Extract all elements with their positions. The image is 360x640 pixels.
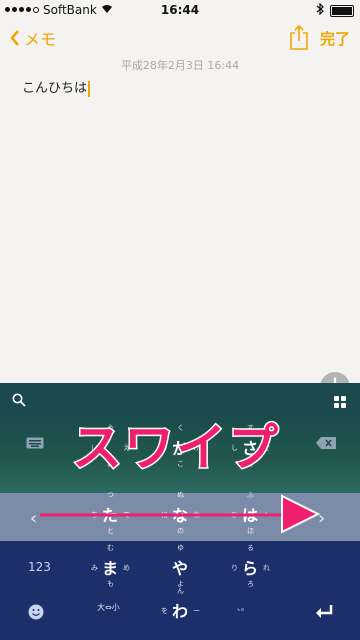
- kana-key[interactable]: たつち てと: [85, 488, 135, 536]
- key-flick-left-label: に: [161, 511, 168, 519]
- back-label: メモ: [24, 30, 57, 49]
- key-flick-right-label: め: [123, 564, 130, 572]
- keyboard-switch-icon[interactable]: [26, 434, 44, 453]
- key-flick-down-label: と: [107, 527, 114, 535]
- key-flick-up-label: ぬ: [177, 491, 184, 499]
- key-flick-right-label: ー: [193, 607, 200, 615]
- chevron-left-icon: [10, 30, 19, 46]
- key-flick-right-label: れ: [263, 564, 270, 572]
- share-button[interactable]: [290, 24, 308, 54]
- text-cursor: [88, 80, 91, 97]
- return-icon[interactable]: [314, 604, 334, 624]
- battery-icon: [330, 4, 354, 17]
- key-main-label: は: [242, 506, 259, 525]
- key-flick-up-label: む: [107, 544, 114, 552]
- key-flick-up-label: ん: [177, 587, 184, 595]
- key-flick-up-label: ふ: [247, 491, 254, 499]
- kana-key[interactable]: まむみめも: [85, 541, 135, 589]
- key-flick-right-label: へ: [263, 511, 270, 519]
- key-main-label: た: [102, 506, 119, 525]
- key-flick-left-label: ち: [91, 511, 98, 519]
- share-icon: [290, 24, 308, 50]
- cursor-left-icon[interactable]: ‹: [30, 508, 37, 529]
- cursor-right-icon[interactable]: ›: [318, 508, 325, 529]
- key-flick-left-label: み: [91, 564, 98, 572]
- key-main-label: わ: [172, 602, 189, 621]
- status-time: 16:44: [160, 3, 200, 17]
- key-flick-up-label: る: [247, 544, 254, 552]
- kana-key[interactable]: なぬに ねの: [155, 488, 205, 536]
- key-flick-left-label: を: [161, 607, 168, 615]
- key-symbol-label: 大⇔小: [97, 603, 120, 612]
- note-body[interactable]: こんひちは: [22, 77, 91, 97]
- number-mode-key[interactable]: 123: [28, 560, 51, 574]
- key-flick-down-label: ほ: [247, 527, 254, 535]
- key-flick-up-label: ゆ: [177, 544, 184, 552]
- done-button[interactable]: 完了: [320, 28, 350, 49]
- kana-key[interactable]: らるりれろ: [225, 541, 275, 589]
- nav-bar: メモ 完了: [0, 20, 360, 56]
- key-main-label: ま: [102, 559, 119, 578]
- kana-key[interactable]: はふひ へほ: [225, 488, 275, 536]
- kana-key[interactable]: わんを ー: [155, 584, 205, 632]
- key-symbol-label: 、。: [237, 603, 249, 612]
- note-date: 平成28年2月3日 16:44: [120, 59, 240, 72]
- emoji-icon[interactable]: [28, 604, 44, 624]
- key-flick-right-label: て: [123, 511, 130, 519]
- key-flick-down-label: の: [177, 527, 184, 535]
- kana-key[interactable]: 、。: [225, 584, 275, 632]
- key-flick-right-label: ね: [193, 511, 200, 519]
- key-main-label: ら: [242, 559, 259, 578]
- key-flick-left-label: ひ: [231, 511, 238, 519]
- grid-icon[interactable]: [334, 393, 346, 412]
- keyboard-search-icon[interactable]: [12, 392, 26, 411]
- swipe-annotation-text: スワイプ: [71, 418, 280, 479]
- kana-key[interactable]: やゆよ: [155, 541, 205, 589]
- note-text: こんひちは: [22, 81, 88, 96]
- back-button[interactable]: メモ: [10, 26, 56, 50]
- key-main-label: や: [172, 559, 189, 578]
- key-main-label: な: [172, 506, 189, 525]
- status-bar: SoftBank 16:44: [0, 0, 360, 20]
- delete-icon[interactable]: [316, 434, 336, 453]
- kana-key[interactable]: 大⇔小: [85, 584, 135, 632]
- bluetooth-icon: [316, 2, 324, 18]
- key-flick-up-label: つ: [107, 491, 114, 499]
- key-flick-left-label: り: [231, 564, 238, 572]
